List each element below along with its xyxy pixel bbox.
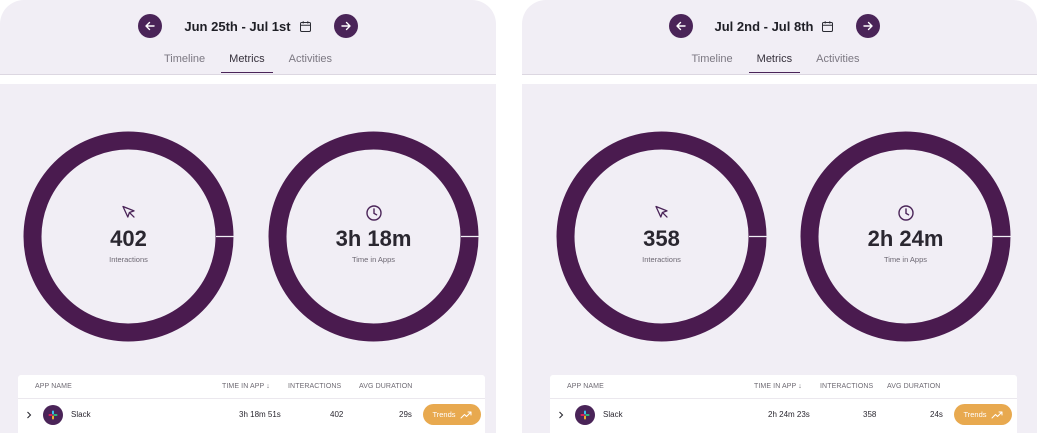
time-in-apps-value: 3h 18m <box>335 225 412 251</box>
table-row[interactable]: Slack 3h 18m 51s 402 29s Trends <box>18 400 485 430</box>
interactions-label: Interactions <box>642 254 681 264</box>
date-navigator: Jun 25th - Jul 1st <box>0 14 496 38</box>
calendar-icon[interactable] <box>299 20 312 33</box>
apps-table: APP NAME TIME IN APP ↓ INTERACTIONS AVG … <box>18 375 485 433</box>
previous-week-button[interactable] <box>668 14 693 38</box>
date-navigator: Jul 2nd - Jul 8th <box>522 14 1037 38</box>
column-app-name[interactable]: APP NAME <box>35 383 72 390</box>
column-interactions[interactable]: INTERACTIONS <box>820 383 873 390</box>
cursor-icon <box>121 205 135 218</box>
arrow-left-icon <box>675 21 686 31</box>
chevron-right-icon[interactable] <box>558 411 564 419</box>
interactions-value: 358 <box>643 225 680 251</box>
interactions-label: Interactions <box>109 254 148 264</box>
tab-activities[interactable]: Activities <box>808 47 867 73</box>
interactions-value: 402 <box>110 225 147 251</box>
tab-metrics[interactable]: Metrics <box>748 47 801 73</box>
tab-timeline[interactable]: Timeline <box>156 47 213 73</box>
chevron-right-icon[interactable] <box>26 411 32 419</box>
table-row[interactable]: Slack 2h 24m 23s 358 24s Trends <box>550 400 1017 430</box>
tab-activities[interactable]: Activities <box>281 47 340 73</box>
time-in-apps-ring: 3h 18m Time in Apps <box>268 131 479 342</box>
section-gap <box>522 75 1037 84</box>
tab-metrics[interactable]: Metrics <box>221 47 273 73</box>
arrow-right-icon <box>863 21 874 31</box>
time-in-apps-label: Time in Apps <box>883 254 928 264</box>
interactions-ring: 402 Interactions <box>23 131 234 342</box>
interactions-cell: 402 <box>330 410 344 419</box>
apps-table: APP NAME TIME IN APP ↓ INTERACTIONS AVG … <box>550 375 1017 433</box>
panel-header: Jul 2nd - Jul 8th Timeline Metrics Activ… <box>522 0 1037 76</box>
app-name: Slack <box>71 410 91 419</box>
view-tabs: Timeline Metrics Activities <box>0 47 496 73</box>
cursor-icon <box>654 205 668 218</box>
calendar-icon[interactable] <box>821 20 834 33</box>
interactions-cell: 358 <box>863 410 877 419</box>
trending-up-icon <box>991 411 1003 418</box>
avg-duration-cell: 29s <box>399 410 412 419</box>
next-week-button[interactable] <box>333 14 358 38</box>
trends-button[interactable]: Trends <box>954 404 1012 425</box>
trending-up-icon <box>460 411 472 418</box>
panel-header: Jun 25th - Jul 1st Timeline Metrics Acti… <box>0 0 496 76</box>
clock-icon <box>365 204 382 221</box>
time-in-apps-ring: 2h 24m Time in Apps <box>800 131 1011 342</box>
previous-week-button[interactable] <box>138 14 163 38</box>
time-in-apps-label: Time in Apps <box>351 254 396 264</box>
table-header: APP NAME TIME IN APP ↓ INTERACTIONS AVG … <box>550 375 1017 399</box>
date-range-label: Jul 2nd - Jul 8th <box>714 18 814 34</box>
table-header: APP NAME TIME IN APP ↓ INTERACTIONS AVG … <box>18 375 485 399</box>
view-tabs: Timeline Metrics Activities <box>522 47 1037 73</box>
slack-logo-icon <box>43 405 63 425</box>
interactions-ring: 358 Interactions <box>556 131 767 342</box>
column-avg-duration[interactable]: AVG DURATION <box>359 383 412 390</box>
avg-duration-cell: 24s <box>930 410 943 419</box>
column-interactions[interactable]: INTERACTIONS <box>288 383 341 390</box>
date-range-label: Jun 25th - Jul 1st <box>184 18 291 34</box>
app-name: Slack <box>603 410 623 419</box>
next-week-button[interactable] <box>856 14 881 38</box>
time-in-apps-value: 2h 24m <box>867 225 944 251</box>
arrow-right-icon <box>340 21 351 31</box>
column-avg-duration[interactable]: AVG DURATION <box>887 383 940 390</box>
week-panel-left: Jun 25th - Jul 1st Timeline Metrics Acti… <box>0 0 496 433</box>
tab-timeline[interactable]: Timeline <box>683 47 740 73</box>
section-gap <box>0 75 496 84</box>
week-panel-right: Jul 2nd - Jul 8th Timeline Metrics Activ… <box>522 0 1037 433</box>
column-app-name[interactable]: APP NAME <box>567 383 604 390</box>
clock-icon <box>897 204 914 221</box>
column-time-in-app[interactable]: TIME IN APP ↓ <box>222 383 270 390</box>
time-in-app-cell: 2h 24m 23s <box>768 410 810 419</box>
arrow-left-icon <box>145 21 156 31</box>
slack-logo-icon <box>575 405 595 425</box>
time-in-app-cell: 3h 18m 51s <box>239 410 281 419</box>
trends-button-label: Trends <box>963 410 987 419</box>
trends-button[interactable]: Trends <box>423 404 481 425</box>
column-time-in-app[interactable]: TIME IN APP ↓ <box>754 383 802 390</box>
trends-button-label: Trends <box>432 410 456 419</box>
